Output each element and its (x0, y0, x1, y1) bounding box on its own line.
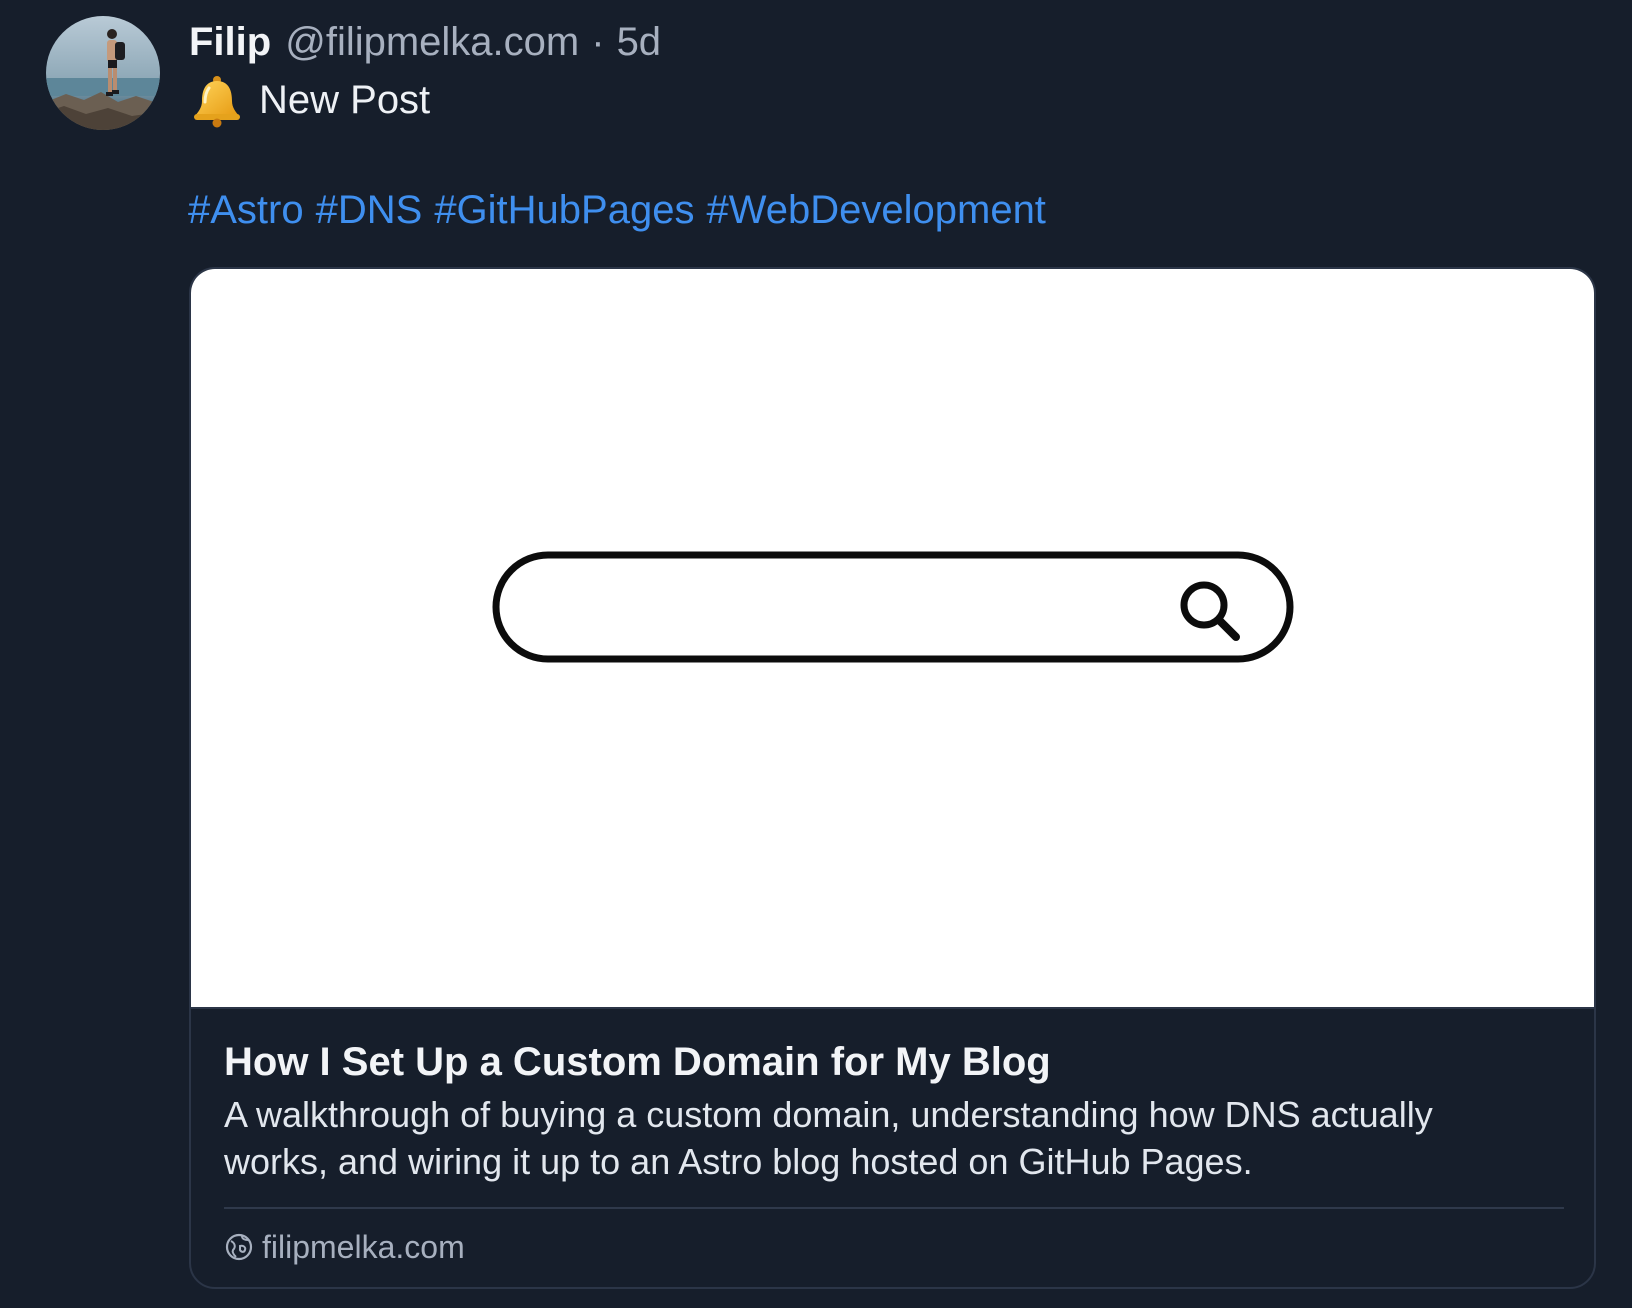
card-divider (224, 1207, 1564, 1209)
hashtag-githubpages[interactable]: #GitHubPages (434, 182, 694, 238)
hashtag-dns[interactable]: #DNS (316, 182, 423, 238)
globe-icon (225, 1233, 253, 1261)
post-header: Filip @filipmelka.com · 5d (189, 14, 661, 70)
separator-dot: · (591, 20, 605, 64)
search-bar-illustration-icon (492, 551, 1294, 663)
avatar-photo-icon (46, 16, 160, 130)
hashtag-webdevelopment[interactable]: #WebDevelopment (706, 182, 1045, 238)
post-body: New Post (189, 72, 430, 128)
author-handle[interactable]: @filipmelka.com (285, 14, 579, 70)
bell-icon (194, 76, 240, 128)
post-timestamp[interactable]: 5d (617, 14, 662, 70)
avatar[interactable] (46, 16, 160, 130)
card-domain: filipmelka.com (224, 1225, 465, 1269)
card-description: A walkthrough of buying a custom domain,… (224, 1094, 1433, 1182)
link-preview-card[interactable]: How I Set Up a Custom Domain for My Blog… (189, 267, 1596, 1289)
card-thumbnail (191, 269, 1594, 1009)
post-text: New Post (259, 78, 431, 122)
card-title: How I Set Up a Custom Domain for My Blog (224, 1040, 1051, 1084)
card-domain-text: filipmelka.com (262, 1229, 465, 1265)
hashtag-list: #Astro #DNS #GitHubPages #WebDevelopment (188, 182, 1046, 238)
author-name[interactable]: Filip (189, 14, 271, 70)
hashtag-astro[interactable]: #Astro (188, 182, 304, 238)
